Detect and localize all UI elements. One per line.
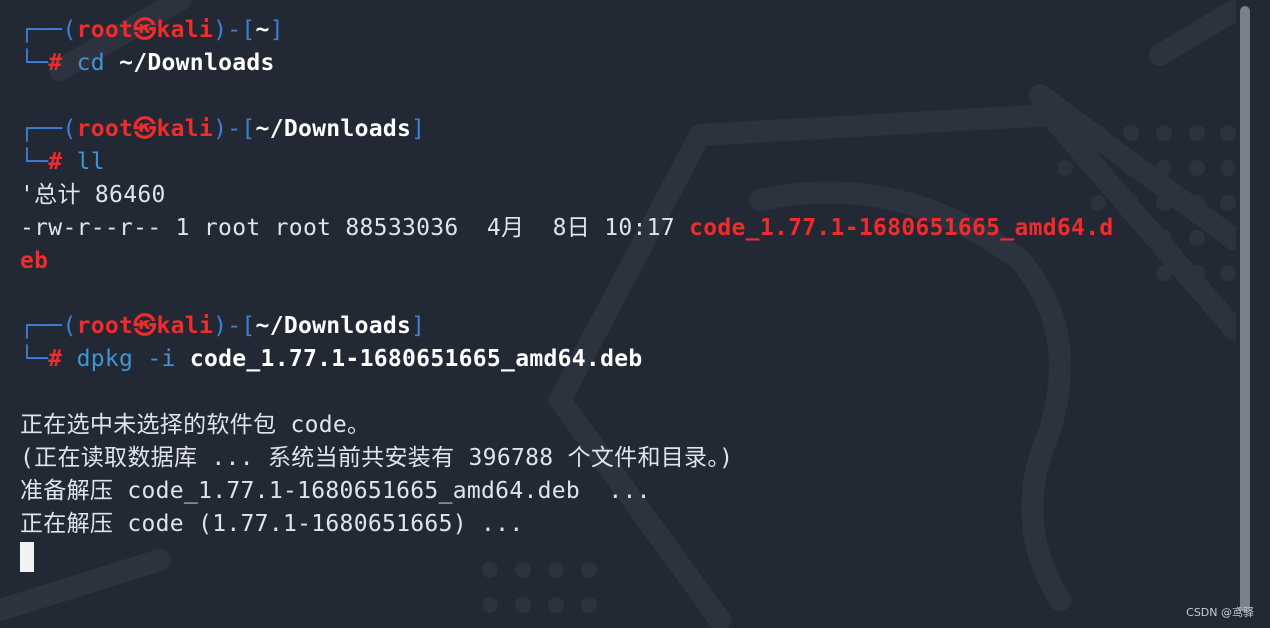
scrollbar[interactable] <box>1236 0 1270 628</box>
scrollbar-thumb[interactable] <box>1240 6 1250 612</box>
prompt-line: ┌──(root㉿kali)-[~] <box>20 17 284 43</box>
deb-file-name-wrap: eb <box>20 248 49 274</box>
prompt-host: kali <box>156 17 214 43</box>
prompt-user: root <box>76 116 134 142</box>
prompt-symbol: ㉿ <box>133 116 157 142</box>
output-line: 准备解压 code_1.77.1-1680651665_amd64.deb ..… <box>20 478 651 504</box>
command-name: ll <box>76 149 105 175</box>
command-name: cd <box>76 50 105 76</box>
command-option: -i <box>147 346 176 372</box>
prompt-line: ┌──(root㉿kali)-[~/Downloads] <box>20 313 426 339</box>
prompt-cwd: ~/Downloads <box>255 313 412 339</box>
command-line: └─# cd ~/Downloads <box>20 50 275 76</box>
command-line: └─# ll <box>20 149 105 175</box>
text-cursor <box>20 542 34 572</box>
deb-file-name: code_1.77.1-1680651665_amd64.d <box>689 215 1114 241</box>
prompt-cwd: ~/Downloads <box>255 116 412 142</box>
output-line: 正在选中未选择的软件包 code。 <box>20 412 371 438</box>
output-line: eb <box>20 245 48 278</box>
file-listing: -rw-r--r-- 1 root root 88533036 4月 8日 10… <box>20 215 690 241</box>
command-name: dpkg <box>76 346 134 372</box>
prompt-host: kali <box>156 313 214 339</box>
prompt-symbol: ㉿ <box>133 17 157 43</box>
output-line: 正在解压 code (1.77.1-1680651665) ... <box>20 511 524 537</box>
command-args: ~/Downloads <box>119 50 275 76</box>
command-line: └─# dpkg -i code_1.77.1-1680651665_amd64… <box>20 346 643 372</box>
prompt-cwd: ~ <box>255 17 270 43</box>
prompt-hash: # <box>48 346 63 372</box>
prompt-user: root <box>76 313 134 339</box>
prompt-host: kali <box>156 116 214 142</box>
terminal-window[interactable]: ┌──(root㉿kali)-[~] └─# cd ~/Downloads ┌─… <box>0 0 1236 628</box>
prompt-symbol: ㉿ <box>133 313 157 339</box>
output-line: '总计 86460 <box>20 182 166 208</box>
prompt-hash: # <box>48 50 63 76</box>
prompt-hash: # <box>48 149 63 175</box>
credit-watermark: CSDN @鸢驿 <box>1186 606 1254 619</box>
prompt-line: ┌──(root㉿kali)-[~/Downloads] <box>20 116 426 142</box>
command-args: code_1.77.1-1680651665_amd64.deb <box>189 346 643 372</box>
output-line: (正在读取数据库 ... 系统当前共安装有 396788 个文件和目录。) <box>20 445 734 471</box>
prompt-user: root <box>76 17 134 43</box>
output-line: -rw-r--r-- 1 root root 88533036 4月 8日 10… <box>20 212 1114 245</box>
